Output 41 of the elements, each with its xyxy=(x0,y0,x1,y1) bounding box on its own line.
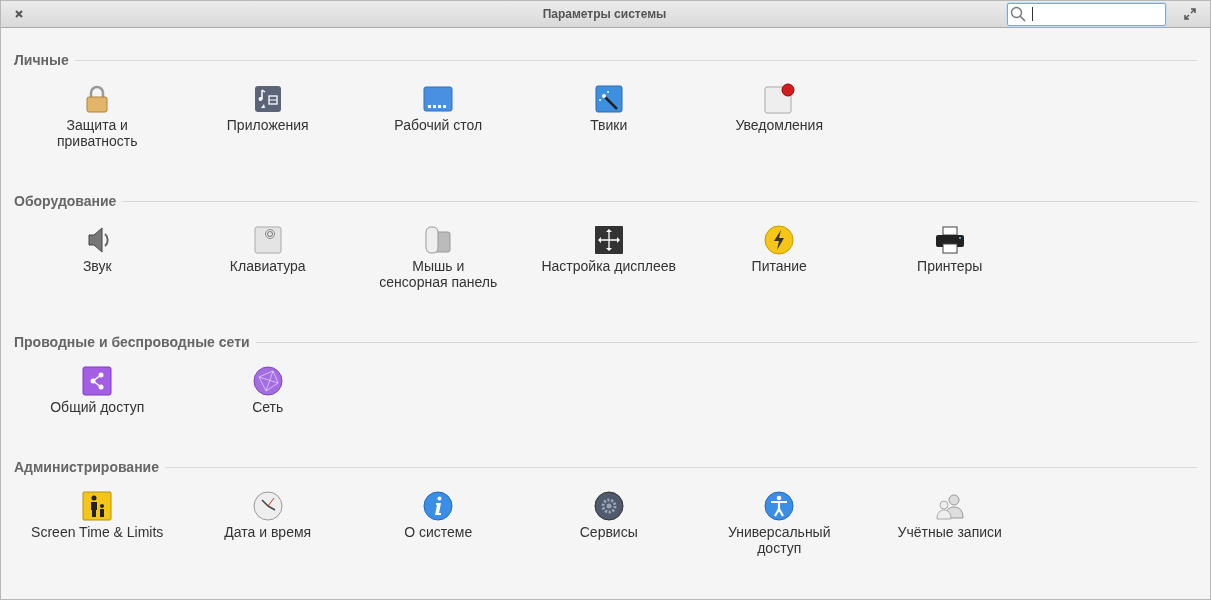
settings-item-label[interactable]: Твики xyxy=(590,117,628,133)
settings-item-label[interactable]: Приложения xyxy=(226,117,309,133)
search-field[interactable] xyxy=(1007,2,1166,26)
settings-item-label[interactable]: Клавиатура xyxy=(229,258,306,274)
info-circle-icon[interactable] xyxy=(422,490,455,522)
wand-square-icon[interactable] xyxy=(592,83,625,115)
window-title: Параметры системы xyxy=(542,7,667,21)
settings-item-label[interactable]: Сеть xyxy=(252,399,284,415)
settings-item-label[interactable]: Дата и время xyxy=(224,524,312,540)
settings-item-label[interactable]: Учётные записи xyxy=(897,524,1002,540)
accessibility-icon[interactable] xyxy=(763,490,796,522)
settings-item-label[interactable]: Общий доступ xyxy=(50,399,145,415)
gear-icon[interactable] xyxy=(592,490,625,522)
settings-item-label[interactable]: Защита и приватность xyxy=(56,117,138,149)
printer-icon[interactable] xyxy=(933,224,966,256)
settings-item-label[interactable]: Звук xyxy=(82,258,112,274)
section-heading: Проводные и беспроводные сети xyxy=(14,334,250,350)
arrows-square-icon[interactable] xyxy=(592,224,625,256)
settings-item-label[interactable]: Уведомления xyxy=(735,117,823,133)
close-icon xyxy=(14,9,24,19)
section-heading: Личные xyxy=(14,52,69,68)
lightning-bolt-icon[interactable] xyxy=(763,224,796,256)
section-heading: Оборудование xyxy=(14,193,117,209)
clock-icon[interactable] xyxy=(251,490,284,522)
settings-item-label[interactable]: Настройка дисплеев xyxy=(541,258,677,274)
maximize-icon xyxy=(1184,8,1196,20)
share-square-icon[interactable] xyxy=(81,365,114,397)
globe-network-icon[interactable] xyxy=(251,365,284,397)
settings-item-label[interactable]: Универсальный доступ xyxy=(727,524,831,556)
settings-item-label[interactable]: Принтеры xyxy=(917,258,983,274)
monitor-screen-icon[interactable] xyxy=(422,83,455,115)
settings-item-label[interactable]: О системе xyxy=(404,524,473,540)
notification-badge-icon[interactable] xyxy=(763,83,796,115)
settings-item-label[interactable]: Сервисы xyxy=(579,524,638,540)
parent-child-icon[interactable] xyxy=(81,490,114,522)
settings-item-label[interactable]: Мышь и сенсорная панель xyxy=(379,258,498,290)
settings-item-label[interactable]: Рабочий стол xyxy=(394,117,483,133)
section-heading: Администрирование xyxy=(14,459,159,475)
settings-item-label[interactable]: Screen Time & Limits xyxy=(31,524,164,540)
search-icon xyxy=(1010,6,1026,22)
settings-item-label[interactable]: Питание xyxy=(751,258,807,274)
